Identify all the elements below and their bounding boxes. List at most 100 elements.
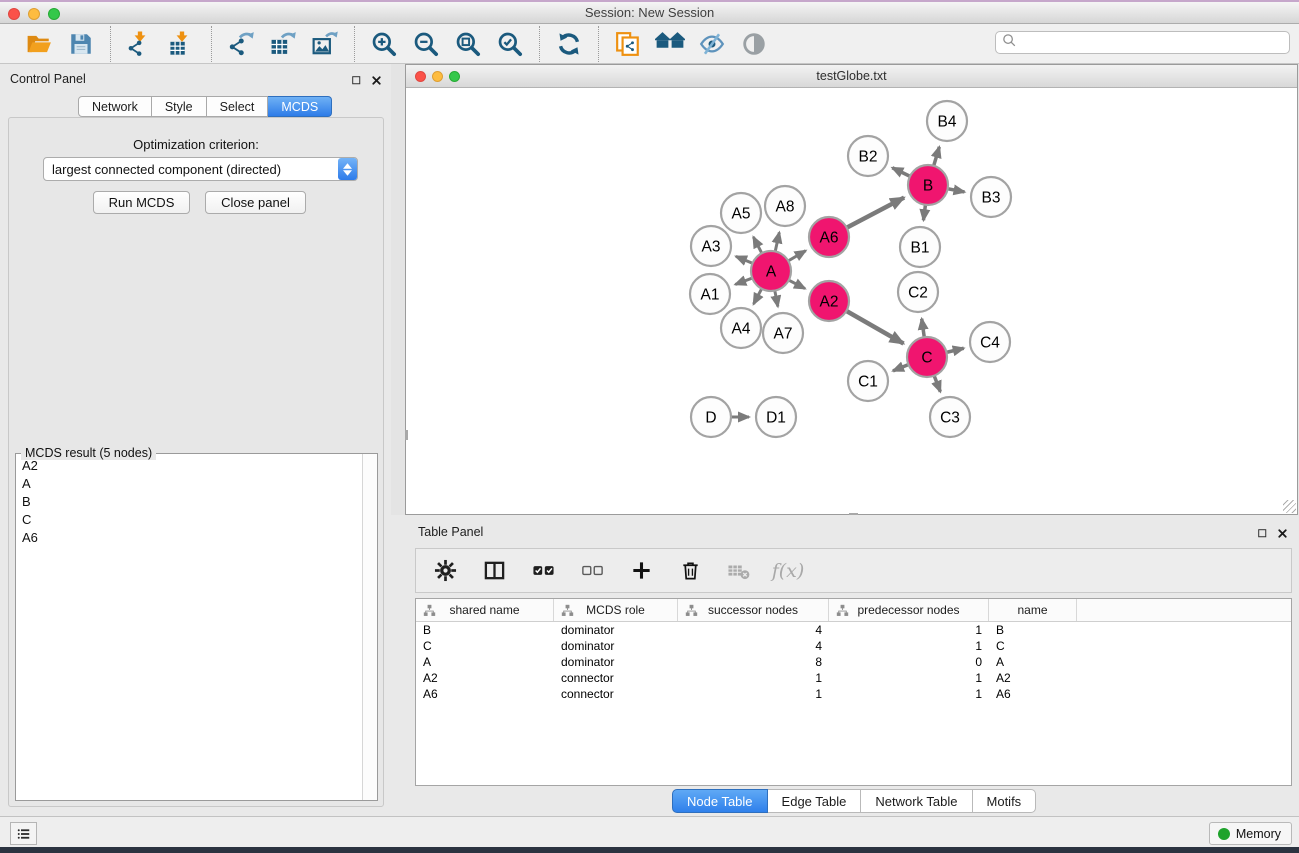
node-A4[interactable]: A4: [721, 308, 761, 348]
node-label: A8: [776, 199, 795, 216]
gear-button[interactable]: [431, 557, 459, 585]
table-cell: A: [989, 654, 1077, 670]
app-title: Session: New Session: [585, 5, 714, 20]
node-B3[interactable]: B3: [971, 177, 1011, 217]
node-C[interactable]: C: [907, 337, 947, 377]
node-D1[interactable]: D1: [756, 397, 796, 437]
node-B4[interactable]: B4: [927, 101, 967, 141]
node-C3[interactable]: C3: [930, 397, 970, 437]
search-input[interactable]: [1022, 32, 1289, 53]
column-header-predecessor-nodes[interactable]: predecessor nodes: [829, 599, 989, 621]
result-scrollbar[interactable]: [362, 454, 377, 800]
minimize-window-button[interactable]: [28, 8, 40, 20]
node-C1[interactable]: C1: [848, 361, 888, 401]
status-list-button[interactable]: [10, 822, 37, 845]
column-label: shared name: [449, 603, 519, 617]
table-row[interactable]: Bdominator41B: [416, 622, 1291, 638]
export-table-button[interactable]: [268, 29, 298, 59]
zoom-in-button[interactable]: [369, 29, 399, 59]
optimization-criterion-select[interactable]: largest connected component (directed): [43, 157, 358, 181]
table-float-panel-icon[interactable]: [1255, 526, 1269, 540]
tab-network-table[interactable]: Network Table: [861, 789, 972, 813]
network-maximize-button[interactable]: [449, 71, 460, 82]
node-A[interactable]: A: [751, 251, 791, 291]
maximize-window-button[interactable]: [48, 8, 60, 20]
memory-button[interactable]: Memory: [1209, 822, 1292, 845]
select-all-button[interactable]: [529, 557, 557, 585]
show-eye-button[interactable]: [739, 29, 769, 59]
hide-eye-button[interactable]: [697, 29, 727, 59]
node-A6[interactable]: A6: [809, 217, 849, 257]
zoom-out-button[interactable]: [411, 29, 441, 59]
mcds-result-list[interactable]: A2ABCA6: [16, 456, 363, 800]
tab-style[interactable]: Style: [152, 96, 207, 117]
node-A2[interactable]: A2: [809, 281, 849, 321]
table-panel-tabs: Node TableEdge TableNetwork TableMotifs: [672, 789, 1036, 813]
node-D[interactable]: D: [691, 397, 731, 437]
canvas-vscroll-thumb[interactable]: [405, 430, 408, 440]
home-button[interactable]: [655, 29, 685, 59]
search-icon: [1001, 32, 1018, 54]
node-A8[interactable]: A8: [765, 186, 805, 226]
tab-mcds[interactable]: MCDS: [268, 96, 332, 117]
table-row[interactable]: Adominator80A: [416, 654, 1291, 670]
zoom-fit-button[interactable]: [453, 29, 483, 59]
column-header-MCDS-role[interactable]: MCDS role: [554, 599, 678, 621]
close-window-button[interactable]: [8, 8, 20, 20]
tab-motifs[interactable]: Motifs: [973, 789, 1037, 813]
run-mcds-button[interactable]: Run MCDS: [93, 191, 190, 214]
tab-edge-table[interactable]: Edge Table: [768, 789, 862, 813]
node-C4[interactable]: C4: [970, 322, 1010, 362]
network-window-titlebar[interactable]: testGlobe.txt: [406, 65, 1297, 88]
save-session-button[interactable]: [66, 29, 96, 59]
network-close-button[interactable]: [415, 71, 426, 82]
network-snapshot-button[interactable]: [613, 29, 643, 59]
import-table-button[interactable]: [167, 29, 197, 59]
column-header-successor-nodes[interactable]: successor nodes: [678, 599, 829, 621]
export-image-icon: [312, 31, 338, 57]
unselect-all-button[interactable]: [578, 557, 606, 585]
table-x-button[interactable]: [725, 557, 753, 585]
node-B2[interactable]: B2: [848, 136, 888, 176]
node-A7[interactable]: A7: [763, 313, 803, 353]
column-header-name[interactable]: name: [989, 599, 1077, 621]
export-network-icon: [228, 31, 254, 57]
column-type-icon: [836, 604, 849, 620]
resize-grip[interactable]: [1283, 500, 1296, 513]
table-row[interactable]: A6connector11A6: [416, 686, 1291, 702]
node-label: C: [921, 350, 932, 367]
network-minimize-button[interactable]: [432, 71, 443, 82]
tab-node-table[interactable]: Node Table: [672, 789, 768, 813]
column-header-shared-name[interactable]: shared name: [416, 599, 554, 621]
delete-button[interactable]: [676, 557, 704, 585]
import-network-button[interactable]: [125, 29, 155, 59]
add-button[interactable]: [627, 557, 655, 585]
network-canvas[interactable]: A A1 A2 A3 A4 A5 A6 A7 A8 B B1 B2 B3B4 C C1 C2 C3C4 D D1: [406, 88, 1297, 514]
result-item: A: [16, 474, 363, 492]
export-image-button[interactable]: [310, 29, 340, 59]
close-panel-button[interactable]: Close panel: [205, 191, 306, 214]
table-close-panel-icon[interactable]: [1275, 526, 1289, 540]
close-panel-icon[interactable]: [369, 73, 383, 87]
fx-button[interactable]: f(x): [774, 557, 802, 585]
column-type-icon: [561, 604, 574, 620]
refresh-button[interactable]: [554, 29, 584, 59]
node-B[interactable]: B: [908, 165, 948, 205]
table-cell: A2: [416, 670, 554, 686]
tab-select[interactable]: Select: [207, 96, 269, 117]
open-session-button[interactable]: [24, 29, 54, 59]
zoom-selected-button[interactable]: [495, 29, 525, 59]
node-C2[interactable]: C2: [898, 272, 938, 312]
node-A5[interactable]: A5: [721, 193, 761, 233]
selected-criterion: largest connected component (directed): [44, 162, 338, 177]
columns-button[interactable]: [480, 557, 508, 585]
node-A1[interactable]: A1: [690, 274, 730, 314]
float-panel-icon[interactable]: [349, 73, 363, 87]
node-A3[interactable]: A3: [691, 226, 731, 266]
export-network-button[interactable]: [226, 29, 256, 59]
table-row[interactable]: Cdominator41C: [416, 638, 1291, 654]
search-box[interactable]: [995, 31, 1290, 54]
node-B1[interactable]: B1: [900, 227, 940, 267]
table-row[interactable]: A2connector11A2: [416, 670, 1291, 686]
tab-network[interactable]: Network: [78, 96, 152, 117]
